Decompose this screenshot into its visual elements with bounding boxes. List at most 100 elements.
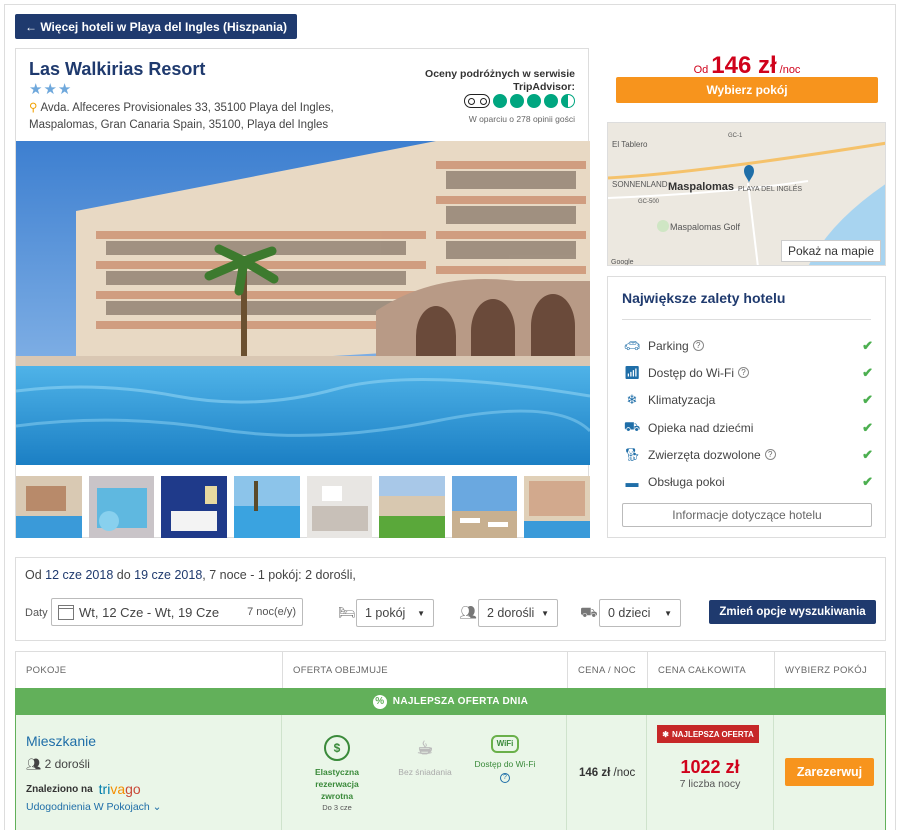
map-label: GC-500	[638, 199, 660, 205]
tripadvisor-title: Oceny podróżnych w serwisie TripAdvisor:	[425, 68, 575, 93]
feature-item: ⛟ Opieka nad dziećmi ✔	[623, 418, 873, 435]
wifi-icon: WiFi	[491, 735, 519, 753]
dates-label: Daty	[25, 607, 48, 619]
book-button[interactable]: Zarezerwuj	[785, 758, 874, 786]
tripadvisor-review-count: W oparciu o 278 opinii gości	[468, 114, 575, 124]
thumbnail-photo[interactable]	[233, 476, 300, 538]
total-cell: ✱ NAJLEPSZA OFERTA 1022 zł 7 liczba nocy	[647, 715, 774, 830]
feature-item: 🚗︎ Parking? ✔	[623, 337, 873, 353]
book-cell: Zarezerwuj	[774, 715, 884, 830]
show-on-map-button[interactable]: Pokaż na mapie	[780, 240, 881, 262]
best-offer-badge: ✱ NAJLEPSZA OFERTA	[657, 725, 759, 743]
chevron-down-icon: ⌄	[152, 801, 162, 813]
change-search-button[interactable]: Zmień opcje wyszukiwania	[709, 600, 876, 624]
chevron-down-icon: ▼	[541, 608, 549, 618]
hotel-name: Las Walkirias Resort	[29, 59, 206, 79]
rating-bubble	[493, 94, 507, 108]
photo-thumbnails	[16, 476, 590, 538]
adults-icon: 👥︎	[26, 757, 42, 771]
adults-select[interactable]: 2 dorośli ▼	[478, 599, 558, 627]
thumbnail-photo[interactable]	[16, 476, 82, 538]
wifi-icon: 📶︎	[623, 364, 641, 380]
column-header-total: CENA CAŁKOWITA	[648, 652, 775, 688]
map-label: Google	[611, 259, 634, 266]
map-label: GC-1	[728, 133, 743, 139]
check-icon: ✔	[862, 337, 873, 353]
room-name-link[interactable]: Mieszkanie	[26, 733, 96, 749]
calendar-icon	[58, 604, 74, 620]
room-cell: Mieszkanie 👥︎ 2 dorośli Znaleziono na tri…	[16, 715, 282, 830]
check-icon: ✔	[862, 364, 873, 380]
thumbnail-photo[interactable]	[379, 476, 445, 538]
trivago-logo: trivago	[98, 781, 141, 797]
offer-wifi: WiFi Dostęp do Wi-Fi ?	[470, 735, 540, 783]
features-title: Największe zalety hotelu	[622, 290, 786, 306]
feature-item: ❄ Klimatyzacja ✔	[622, 387, 873, 414]
offer-no-breakfast: ☕︎ Bez śniadania	[390, 735, 460, 778]
column-header-rooms: POKOJE	[16, 652, 283, 688]
hotel-card: Las Walkirias Resort ★★★ ⚲ Avda. Alfecere…	[15, 48, 590, 538]
star-rating: ★★★	[29, 81, 73, 98]
offers-table-header: POKOJE OFERTA OBEJMUJE CENA / NOC CENA C…	[15, 651, 886, 688]
column-header-choose: WYBIERZ POKÓJ	[785, 664, 868, 676]
rating-bubble	[510, 94, 524, 108]
price-night-cell: 146 zł /noc	[567, 715, 647, 830]
chevron-down-icon: ▼	[417, 608, 425, 618]
room-guests: 👥︎ 2 dorośli	[26, 757, 90, 771]
snowflake-icon: ❄	[626, 392, 638, 408]
thumbnail-photo[interactable]	[306, 476, 373, 538]
found-on: Znaleziono na trivago	[26, 781, 141, 797]
search-panel: Od 12 cze 2018 do 19 cze 2018, 7 noce - …	[15, 557, 886, 641]
thumbnail-photo[interactable]	[524, 476, 590, 538]
feature-item: 🐕︎ Zwierzęta dozwolone? ✔	[623, 446, 873, 462]
hotel-address: ⚲ Avda. Alfeceres Provisionales 33, 35100…	[29, 102, 334, 131]
check-icon: ✔	[862, 419, 873, 435]
price-per-night: 146 zł /noc	[579, 767, 636, 779]
badge-icon: ✱	[662, 729, 669, 739]
map-label: Maspalomas Golf	[670, 222, 741, 232]
help-icon[interactable]: ?	[500, 773, 510, 783]
hotel-main-photo[interactable]	[16, 141, 590, 465]
offer-cell: $ Elastyczna rezerwacja zwrotna Do 3 cze ☕…	[282, 715, 567, 830]
price-from: Od 146 zł/noc	[693, 52, 801, 79]
check-icon: ✔	[862, 446, 873, 462]
help-icon[interactable]: ?	[738, 367, 750, 379]
stroller-icon: ⛟	[580, 604, 598, 620]
column-header-price-night: CENA / NOC	[568, 652, 648, 688]
bed-icon: 🛏︎	[338, 604, 356, 620]
hotel-info-button[interactable]: Informacje dotyczące hotelu	[622, 503, 872, 527]
table-row: Mieszkanie 👥︎ 2 dorośli Znaleziono na tri…	[15, 715, 886, 830]
column-header-offer: OFERTA OBEJMUJE	[283, 652, 568, 688]
back-to-hotels-button[interactable]: ← Więcej hoteli w Playa del Ingles (Hisz…	[15, 14, 297, 39]
help-icon[interactable]: ?	[692, 340, 704, 352]
rating-bubble	[544, 94, 558, 108]
date-range-input[interactable]: Wt, 12 Cze - Wt, 19 Cze 7 noc(e/y)	[51, 598, 303, 626]
children-select[interactable]: 0 dzieci ▼	[599, 599, 681, 627]
offer-flexible: $ Elastyczna rezerwacja zwrotna Do 3 cze	[302, 735, 372, 814]
hotel-map[interactable]: El Tablero SONNENLAND Maspalomas PLAYA D…	[607, 122, 886, 266]
map-label: Maspalomas	[668, 181, 734, 193]
car-icon: 🚗︎	[623, 337, 641, 353]
location-pin-icon: ⚲	[29, 102, 38, 114]
search-summary: Od 12 cze 2018 do 19 cze 2018, 7 noce - …	[25, 568, 356, 582]
coffee-cup-icon: ☕︎	[416, 738, 434, 758]
badge-icon: %	[372, 694, 387, 709]
map-label: PLAYA DEL INGLÉS	[738, 184, 802, 193]
features-list: 🚗︎ Parking? ✔ 📶︎ Dostęp do Wi-Fi? ✔ ❄ Klimaty…	[622, 332, 873, 496]
thumbnail-photo[interactable]	[161, 476, 227, 538]
map-label: SONNENLAND	[612, 180, 668, 189]
choose-room-button[interactable]: Wybierz pokój	[616, 77, 878, 103]
adults-icon: 👥︎	[459, 604, 477, 620]
room-amenities-link[interactable]: Udogodnienia W Pokojach ⌄	[26, 801, 161, 813]
price-amount: 146 zł	[711, 52, 777, 79]
refund-icon: $	[324, 735, 350, 761]
feature-item: 📶︎ Dostęp do Wi-Fi? ✔	[623, 364, 873, 380]
best-offer-banner: % NAJLEPSZA OFERTA DNIA	[15, 688, 886, 715]
help-icon[interactable]: ?	[764, 449, 776, 461]
tripadvisor-owl-icon	[464, 94, 490, 108]
rooms-select[interactable]: 1 pokój ▼	[356, 599, 434, 627]
check-icon: ✔	[862, 474, 873, 490]
hotel-features-panel: Największe zalety hotelu 🚗︎ Parking? ✔ 📶︎ D…	[607, 276, 886, 538]
thumbnail-photo[interactable]	[88, 476, 155, 538]
thumbnail-photo[interactable]	[451, 476, 518, 538]
